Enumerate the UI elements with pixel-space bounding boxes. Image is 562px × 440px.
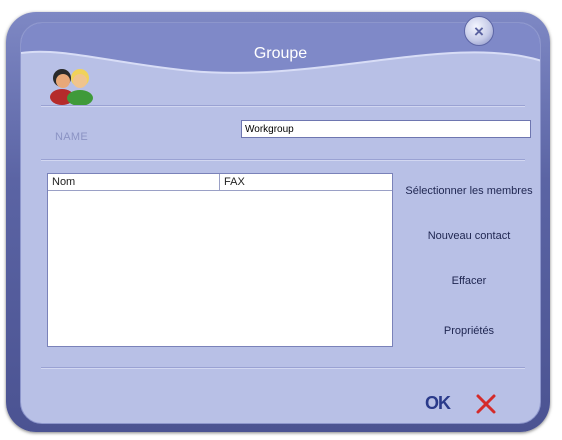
bottom-divider — [41, 367, 525, 369]
close-icon: × — [474, 21, 484, 41]
column-header-nom[interactable]: Nom — [48, 174, 220, 190]
top-divider — [41, 105, 525, 107]
ok-button[interactable]: OK — [425, 393, 451, 414]
group-dialog-window: Groupe NAME Nom FAX Sélectionner les mem… — [6, 12, 550, 432]
select-members-button[interactable]: Sélectionner les membres — [396, 185, 540, 197]
middle-divider — [41, 159, 525, 161]
close-button[interactable]: × — [464, 16, 494, 46]
cancel-x-icon[interactable] — [475, 393, 497, 415]
column-header-fax[interactable]: FAX — [220, 174, 392, 190]
dialog-panel: Groupe NAME Nom FAX Sélectionner les mem… — [20, 22, 541, 424]
properties-button[interactable]: Propriétés — [396, 325, 540, 337]
dialog-title: Groupe — [253, 45, 308, 62]
delete-button[interactable]: Effacer — [396, 275, 540, 287]
name-field[interactable] — [241, 120, 531, 138]
name-label: NAME — [55, 131, 88, 143]
members-list[interactable]: Nom FAX — [47, 173, 393, 347]
group-icon — [50, 69, 93, 105]
new-contact-button[interactable]: Nouveau contact — [396, 230, 540, 242]
list-header: Nom FAX — [48, 174, 392, 191]
